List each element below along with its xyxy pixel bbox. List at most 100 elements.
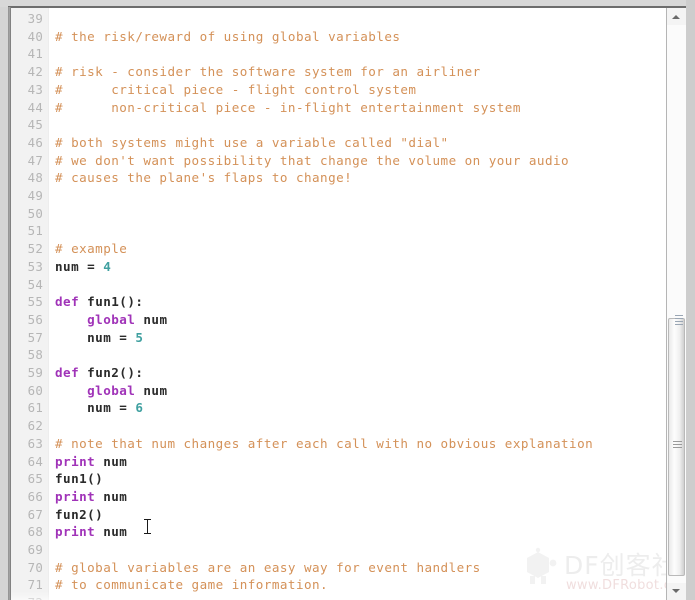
- line-number: 54: [27, 276, 43, 292]
- code-line-text[interactable]: print num: [55, 523, 127, 541]
- line-number: 46: [27, 134, 43, 150]
- token-comment: # note that num changes after each call …: [55, 435, 594, 451]
- code-line-text[interactable]: fun2(): [55, 506, 103, 524]
- code-line-text[interactable]: num = 6: [55, 399, 143, 417]
- code-editor-window: 39 40 # the risk/reward of using global va…: [0, 0, 695, 600]
- code-line-text[interactable]: # both systems might use a variable call…: [55, 134, 449, 152]
- line-number: 39: [27, 11, 43, 26]
- code-line-text[interactable]: # risk - consider the software system fo…: [55, 63, 481, 81]
- token-name: num: [55, 258, 80, 274]
- token-keyword: global: [87, 311, 136, 327]
- token-op: =: [87, 258, 96, 274]
- line-number: 47: [27, 152, 43, 168]
- line-number: 59: [27, 365, 43, 380]
- token-number: 6: [135, 400, 144, 416]
- scrollbar-thumb[interactable]: [668, 318, 685, 576]
- token-name: num: [103, 524, 128, 540]
- code-line-text[interactable]: # to communicate game information.: [55, 576, 328, 594]
- scrollbar-track[interactable]: [667, 25, 686, 583]
- line-number: 67: [27, 506, 43, 522]
- line-number: 60: [27, 382, 43, 398]
- token-name: num: [87, 400, 112, 416]
- code-line-text[interactable]: global num: [55, 311, 168, 329]
- window-frame-right: [686, 0, 695, 600]
- token-comment: # risk - consider the software system fo…: [55, 64, 481, 80]
- code-line-text[interactable]: # note that num changes after each call …: [55, 435, 593, 453]
- watermark-title: DF创客社区: [564, 551, 666, 580]
- token-comment: # we don't want possibility that change …: [55, 152, 570, 168]
- token-comment: # to communicate game information.: [55, 577, 329, 593]
- line-number: 70: [27, 559, 43, 575]
- line-number: 61: [27, 400, 43, 416]
- chevron-down-icon: [672, 589, 680, 593]
- chevron-up-icon: [672, 15, 680, 19]
- vertical-scrollbar[interactable]: [666, 8, 686, 600]
- line-number: 58: [27, 347, 43, 363]
- token-number: 4: [103, 258, 112, 274]
- line-number: 42: [27, 64, 43, 80]
- token-comment: # critical piece - flight control system: [55, 81, 417, 97]
- line-number: 64: [27, 453, 43, 469]
- line-number: 69: [27, 542, 43, 557]
- line-number: 72: [11, 594, 43, 600]
- line-number: 48: [27, 170, 43, 186]
- watermark-url: www.DFRobot.com.cn: [566, 578, 666, 593]
- text-cursor-icon: [144, 519, 151, 534]
- code-line-text[interactable]: print num: [55, 488, 127, 506]
- line-number: 43: [27, 81, 43, 97]
- line-number: 63: [27, 435, 43, 451]
- token-keyword: def: [55, 365, 80, 380]
- window-frame-left: [0, 0, 8, 600]
- token-name: num: [143, 311, 168, 327]
- code-line-text[interactable]: def fun2():: [55, 364, 143, 382]
- scroll-up-button[interactable]: [667, 8, 686, 25]
- token-name: fun2():: [87, 365, 144, 380]
- token-keyword: global: [87, 382, 136, 398]
- pane-resize-handle[interactable]: [675, 315, 683, 331]
- token-name: num: [103, 453, 128, 469]
- line-number: 50: [27, 205, 43, 221]
- line-number: 57: [27, 329, 43, 345]
- token-keyword: def: [55, 294, 80, 310]
- token-comment: # both systems might use a variable call…: [55, 134, 449, 150]
- code-line-text[interactable]: # critical piece - flight control system: [55, 81, 416, 99]
- code-line-text[interactable]: print num: [55, 453, 127, 471]
- line-number: 51: [27, 223, 43, 239]
- token-name: num: [87, 329, 112, 345]
- line-number: 71: [27, 577, 43, 593]
- code-line-text[interactable]: fun1(): [55, 470, 103, 488]
- code-line-text[interactable]: num = 4: [55, 258, 111, 276]
- code-line-text[interactable]: # global variables are an easy way for e…: [55, 559, 481, 577]
- token-keyword: print: [55, 488, 96, 504]
- code-editor-surface[interactable]: 39 40 # the risk/reward of using global va…: [11, 8, 666, 600]
- line-number: 45: [27, 117, 43, 133]
- code-line-text[interactable]: # causes the plane's flaps to change!: [55, 169, 352, 187]
- scroll-down-button[interactable]: [667, 583, 686, 600]
- line-number: 53: [27, 258, 43, 274]
- code-line-text[interactable]: def fun1():: [55, 293, 143, 311]
- line-number: 65: [27, 471, 43, 487]
- line-number: 55: [27, 294, 43, 310]
- code-line-text[interactable]: global num: [55, 382, 168, 400]
- token-name: num: [143, 382, 168, 398]
- line-number: 40: [27, 28, 43, 44]
- token-comment: # causes the plane's flaps to change!: [55, 170, 353, 186]
- code-line-text[interactable]: # we don't want possibility that change …: [55, 152, 569, 170]
- line-number: 52: [27, 241, 43, 257]
- code-line-text[interactable]: # the risk/reward of using global variab…: [55, 28, 400, 46]
- line-number: 44: [27, 99, 43, 115]
- line-number: 56: [27, 311, 43, 327]
- code-line-text[interactable]: # example: [55, 240, 127, 258]
- code-line-text[interactable]: # non-critical piece - in-flight enterta…: [55, 99, 521, 117]
- token-comment: # the risk/reward of using global variab…: [55, 28, 401, 44]
- line-number: 62: [27, 418, 43, 434]
- code-line-text[interactable]: num = 5: [55, 329, 143, 347]
